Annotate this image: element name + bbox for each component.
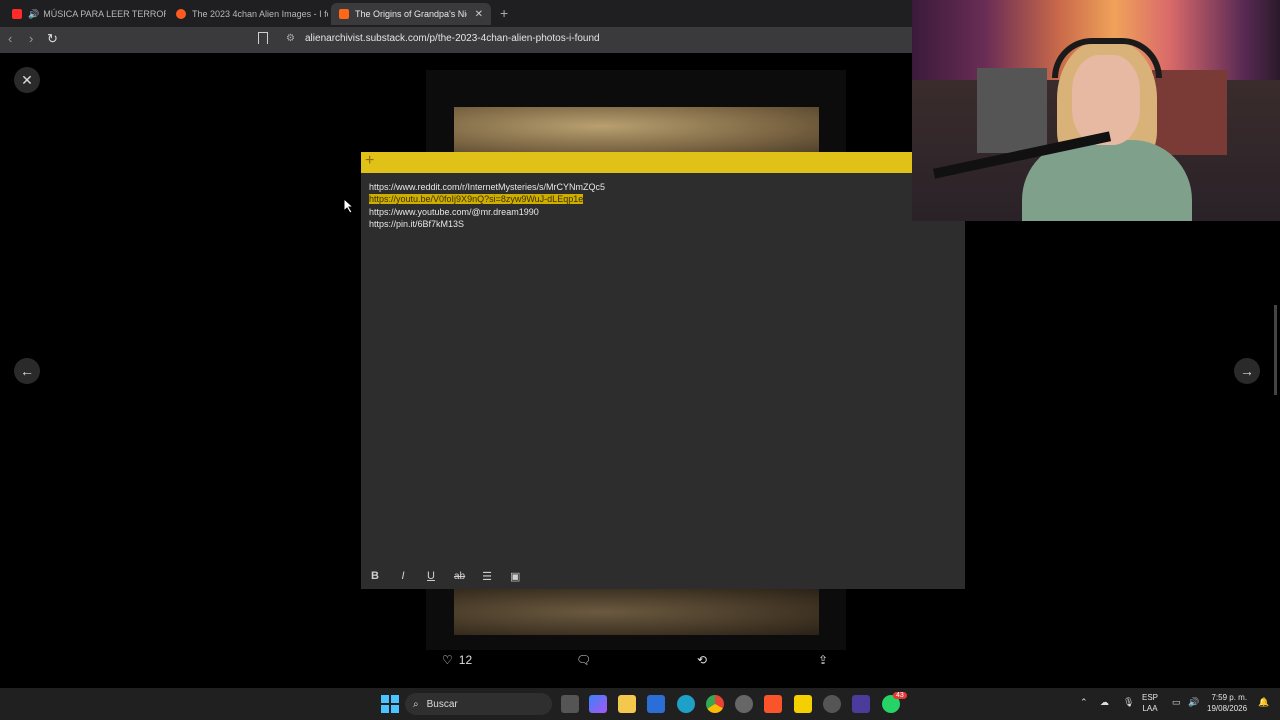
- sticky-note-format-toolbar: B I U ab ☰ ▣: [361, 563, 965, 589]
- clock-date: 19/08/2026: [1207, 704, 1248, 713]
- network-icon[interactable]: ▭: [1172, 697, 1181, 708]
- tab-alien-images[interactable]: The 2023 4chan Alien Images - I fou: [168, 3, 328, 25]
- alien-photo: [454, 107, 819, 155]
- sticky-note-header[interactable]: [361, 152, 912, 173]
- note-line[interactable]: https://www.youtube.com/@mr.dream1990: [369, 206, 605, 218]
- note-line[interactable]: https://www.reddit.com/r/InternetMysteri…: [369, 181, 605, 193]
- comment-icon: 🗨: [576, 653, 592, 667]
- copilot-icon[interactable]: [589, 695, 607, 713]
- sticky-notes-icon[interactable]: [794, 695, 812, 713]
- substack-favicon-icon: [339, 9, 349, 19]
- close-lightbox-button[interactable]: ✕: [14, 67, 40, 93]
- language-indicator[interactable]: ESP LAA: [1142, 692, 1158, 714]
- tab-music[interactable]: 🔊 MÚSICA PARA LEER TERROR Y M: [4, 3, 166, 25]
- address-bar[interactable]: alienarchivist.substack.com/p/the-2023-4…: [305, 33, 600, 44]
- taskbar-search[interactable]: ⌕ Buscar: [405, 693, 552, 715]
- speaker-icon: 🔊: [28, 8, 40, 19]
- add-note-icon[interactable]: +: [365, 152, 374, 170]
- headset-icon: [1052, 38, 1162, 78]
- microphone-icon[interactable]: 🎙: [1123, 697, 1134, 708]
- microsoft-store-icon[interactable]: [647, 695, 665, 713]
- mouse-cursor-icon: [344, 199, 354, 213]
- file-explorer-icon[interactable]: [618, 695, 636, 713]
- strikethrough-button[interactable]: ab: [454, 571, 465, 582]
- note-line[interactable]: https://pin.it/6Bf7kM13S: [369, 218, 605, 230]
- search-placeholder: Buscar: [426, 698, 458, 710]
- italic-button[interactable]: I: [398, 570, 408, 582]
- heart-icon: ♡: [442, 653, 453, 667]
- page-scrollbar[interactable]: [1274, 305, 1277, 395]
- volume-icon[interactable]: 🔊: [1188, 697, 1199, 708]
- tab-label: MÚSICA PARA LEER TERROR Y M: [43, 9, 166, 19]
- youtube-favicon-icon: [12, 9, 22, 19]
- tab-close-icon[interactable]: ✕: [475, 9, 483, 20]
- bullet-list-icon[interactable]: ☰: [482, 570, 492, 583]
- like-button[interactable]: ♡ 12: [442, 653, 472, 667]
- bold-button[interactable]: B: [370, 570, 380, 582]
- brave-icon[interactable]: [764, 695, 782, 713]
- windows-start-icon[interactable]: [381, 695, 399, 713]
- onedrive-icon[interactable]: ☁: [1100, 697, 1109, 708]
- windows-taskbar: [0, 688, 1280, 720]
- restack-icon: ⟲: [697, 653, 708, 667]
- app-icon-2[interactable]: [852, 695, 870, 713]
- share-button[interactable]: ⇪: [818, 653, 828, 667]
- app-icon[interactable]: [735, 695, 753, 713]
- previous-image-button[interactable]: ←: [14, 358, 40, 384]
- tab-grandpa-origins[interactable]: The Origins of Grandpa's Nightr ✕: [331, 3, 491, 25]
- sticky-note-content[interactable]: https://www.reddit.com/r/InternetMysteri…: [369, 181, 605, 231]
- comment-button[interactable]: 🗨: [576, 653, 591, 667]
- whatsapp-badge: 43: [893, 692, 907, 699]
- clock-time: 7:59 p. m.: [1211, 693, 1248, 702]
- forward-icon[interactable]: ›: [29, 31, 33, 46]
- new-tab-button[interactable]: +: [500, 5, 508, 21]
- site-info-icon[interactable]: ⚙: [286, 33, 295, 44]
- restack-button[interactable]: ⟲: [697, 653, 707, 667]
- share-icon: ⇪: [818, 653, 829, 667]
- webcam-overlay: [912, 0, 1280, 221]
- settings-icon[interactable]: [823, 695, 841, 713]
- next-image-button[interactable]: →: [1234, 358, 1260, 384]
- alien-photo-lower: [454, 589, 819, 635]
- webcam-poster: [1152, 70, 1227, 155]
- tab-label: The Origins of Grandpa's Nightr: [355, 9, 467, 19]
- bookmark-icon[interactable]: [258, 32, 268, 44]
- underline-button[interactable]: U: [426, 570, 436, 582]
- edge-icon[interactable]: [677, 695, 695, 713]
- notification-icon[interactable]: 🔔: [1258, 697, 1269, 708]
- tray-chevron-icon[interactable]: ⌃: [1080, 697, 1088, 708]
- note-line-selected[interactable]: https://youtu.be/V0foIj9X9nQ?si=8zyw9WuJ…: [369, 194, 584, 205]
- chrome-icon[interactable]: [706, 695, 724, 713]
- reload-icon[interactable]: ↻: [47, 31, 58, 47]
- like-count: 12: [458, 653, 473, 667]
- task-view-icon[interactable]: [561, 695, 579, 713]
- search-icon: ⌕: [413, 698, 419, 710]
- back-icon[interactable]: ‹: [8, 31, 12, 46]
- insert-image-icon[interactable]: ▣: [510, 570, 520, 583]
- reddit-favicon-icon: [176, 9, 186, 19]
- webcam-poster: [977, 68, 1047, 153]
- lang-code: ESP: [1142, 693, 1159, 702]
- taskbar-clock[interactable]: 7:59 p. m. 19/08/2026: [1207, 692, 1247, 714]
- tab-label: The 2023 4chan Alien Images - I fou: [192, 9, 328, 19]
- lang-layout: LAA: [1142, 704, 1158, 713]
